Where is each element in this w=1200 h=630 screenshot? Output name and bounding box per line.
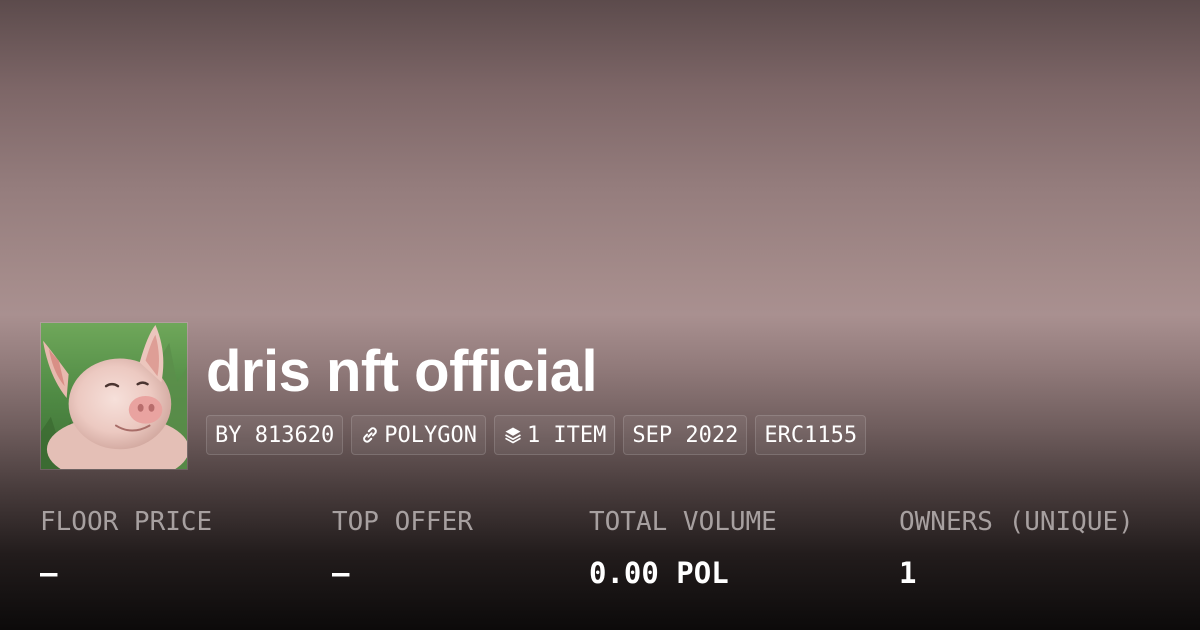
items-badge[interactable]: 1 ITEM — [493, 415, 616, 455]
total-volume-stat: TOTAL VOLUME 0.00 POL — [589, 504, 777, 592]
owners-stat: OWNERS (UNIQUE) 1 — [899, 504, 1134, 592]
owners-label: OWNERS (UNIQUE) — [899, 507, 1134, 537]
top-offer-stat: TOP OFFER – — [332, 504, 473, 592]
owners-value: 1 — [899, 556, 917, 590]
date-label: SEP 2022 — [632, 422, 739, 448]
floor-price-stat: FLOOR PRICE – — [40, 504, 212, 592]
collection-badges: BY 813620 POLYGON 1 ITEM SEP 2022 ERC115… — [206, 415, 867, 455]
chain-badge[interactable]: POLYGON — [351, 415, 486, 455]
top-offer-value: – — [332, 556, 350, 590]
collection-avatar — [40, 322, 188, 470]
floor-price-value: – — [40, 556, 58, 590]
total-volume-label: TOTAL VOLUME — [589, 507, 777, 537]
floor-price-label: FLOOR PRICE — [40, 507, 213, 537]
collection-title: dris nft official — [206, 339, 598, 404]
chain-label: POLYGON — [384, 422, 477, 448]
layers-icon — [505, 427, 521, 444]
creator-label: BY 813620 — [215, 422, 335, 448]
link-icon — [363, 427, 378, 443]
creator-badge[interactable]: BY 813620 — [206, 415, 344, 455]
total-volume-value: 0.00 POL — [589, 556, 729, 590]
top-offer-label: TOP OFFER — [332, 507, 473, 537]
items-label: 1 ITEM — [526, 422, 607, 448]
pig-avatar-icon — [41, 323, 187, 469]
standard-badge: ERC1155 — [755, 415, 867, 455]
standard-label: ERC1155 — [764, 422, 858, 448]
date-badge: SEP 2022 — [623, 415, 748, 455]
